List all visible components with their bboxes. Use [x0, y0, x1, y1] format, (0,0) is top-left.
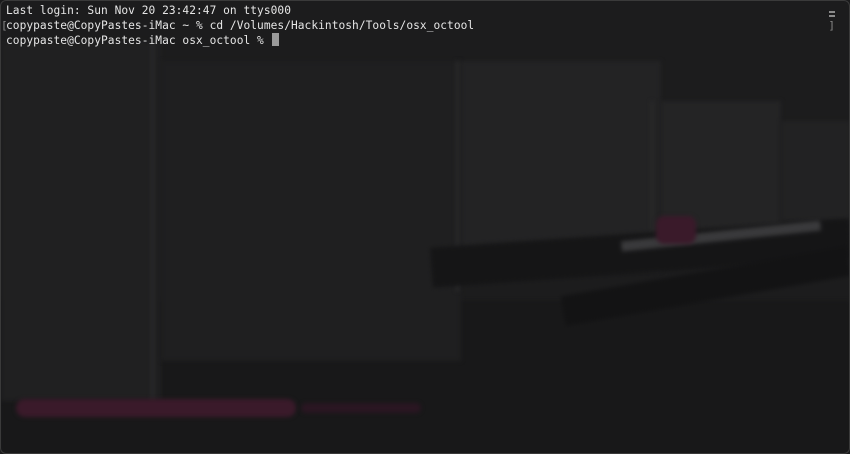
command-line: copypaste@CopyPastes-iMac ~ % cd /Volume… — [6, 19, 475, 32]
wallpaper-panel — [161, 61, 461, 361]
left-mark-bracket: [ — [1, 19, 8, 32]
wallpaper-panel — [781, 121, 849, 221]
wallpaper-accent — [16, 399, 296, 417]
wallpaper-edge — [151, 41, 154, 401]
terminal-window[interactable]: [ ] Last login: Sun Nov 20 23:42:47 on t… — [0, 0, 850, 454]
last-login-line: Last login: Sun Nov 20 23:42:47 on ttys0… — [6, 4, 291, 17]
terminal-output[interactable]: Last login: Sun Nov 20 23:42:47 on ttys0… — [1, 1, 849, 50]
text-cursor — [271, 33, 279, 46]
wallpaper-floor — [1, 301, 849, 453]
wallpaper-accent — [656, 216, 696, 244]
wallpaper-edge — [651, 101, 653, 261]
wallpaper-panel — [1, 41, 161, 401]
wallpaper-highlight — [621, 220, 821, 252]
prompt-text: copypaste@CopyPastes-iMac osx_octool % — [6, 34, 271, 47]
right-mark-bracket: ] — [828, 19, 835, 32]
wallpaper-panel — [661, 101, 781, 251]
blurred-wallpaper-background — [1, 1, 849, 453]
wallpaper-accent — [301, 403, 421, 413]
wallpaper-edge — [456, 61, 459, 291]
prompt-line[interactable]: copypaste@CopyPastes-iMac osx_octool % — [6, 33, 844, 48]
wallpaper-panel — [461, 61, 661, 271]
wallpaper-ridge — [430, 218, 849, 288]
wallpaper-ridge — [560, 246, 849, 326]
